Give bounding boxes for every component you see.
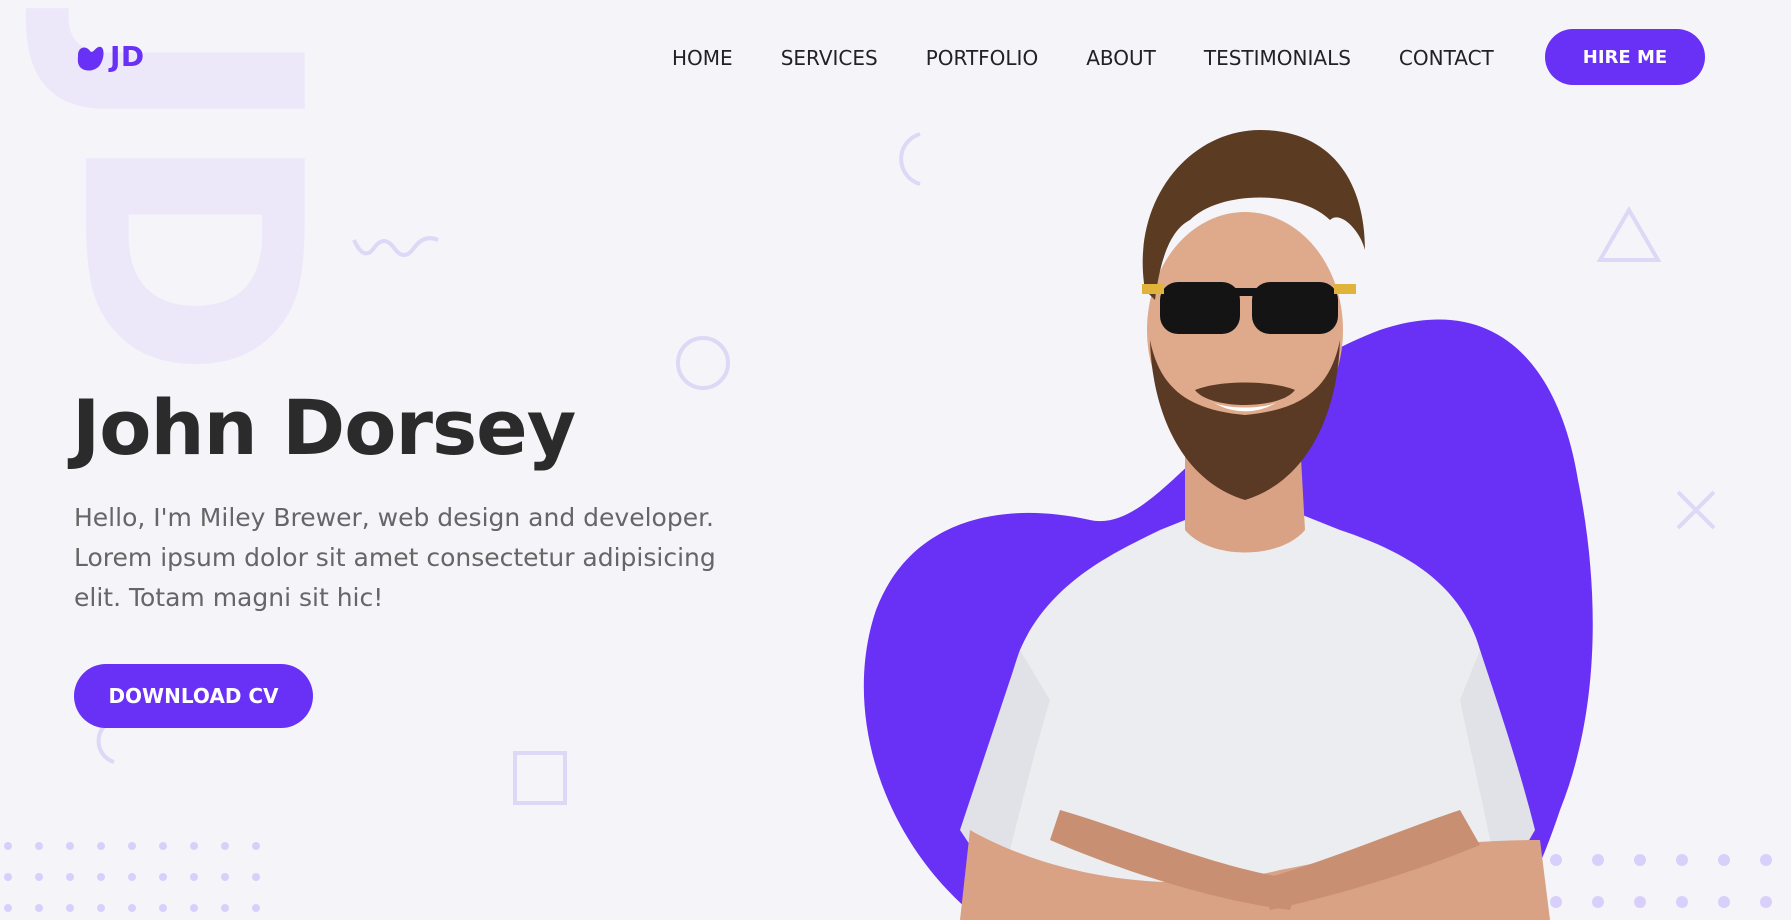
blob-logo-icon	[77, 46, 104, 71]
decoration-dot	[1760, 854, 1772, 866]
decoration-dot	[4, 873, 12, 881]
decoration-dot	[252, 873, 260, 881]
hero-portrait	[863, 130, 1593, 920]
decoration-dot	[4, 904, 12, 912]
cross-decoration-icon	[1676, 490, 1716, 530]
decoration-dot	[97, 842, 105, 850]
decoration-dot	[97, 873, 105, 881]
watermark-text: JD	[15, 25, 364, 374]
wave-decoration-icon	[352, 236, 439, 257]
decoration-dot	[35, 842, 43, 850]
nav-item-testimonials[interactable]: TESTIMONIALS	[1204, 44, 1351, 72]
decoration-dot	[190, 842, 198, 850]
decoration-dot	[97, 904, 105, 912]
decoration-dot	[190, 904, 198, 912]
decoration-dot	[128, 842, 136, 850]
decoration-dot	[159, 904, 167, 912]
decoration-dot	[1760, 896, 1772, 908]
decoration-dot	[1676, 896, 1688, 908]
main-nav: HOME SERVICES PORTFOLIO ABOUT TESTIMONIA…	[672, 44, 1494, 72]
hire-me-button[interactable]: HIRE ME	[1545, 29, 1705, 85]
decoration-dot	[221, 873, 229, 881]
decoration-dot	[4, 842, 12, 850]
decoration-dot	[66, 873, 74, 881]
decoration-dot	[221, 842, 229, 850]
nav-item-services[interactable]: SERVICES	[781, 44, 878, 72]
download-cv-button[interactable]: DOWNLOAD CV	[74, 664, 313, 728]
nav-item-about[interactable]: ABOUT	[1086, 44, 1156, 72]
decoration-dot	[35, 873, 43, 881]
decoration-dot	[1718, 896, 1730, 908]
logo[interactable]: JD	[74, 40, 145, 73]
decoration-dot	[1718, 854, 1730, 866]
nav-item-home[interactable]: HOME	[672, 44, 733, 72]
nav-item-contact[interactable]: CONTACT	[1399, 44, 1494, 72]
decoration-dot	[35, 904, 43, 912]
decoration-dot	[66, 904, 74, 912]
square-decoration-icon	[513, 751, 567, 805]
decoration-dot	[159, 873, 167, 881]
decoration-dot	[1676, 854, 1688, 866]
circle-decoration-icon	[676, 336, 730, 390]
dot-grid-decoration-icon	[4, 842, 260, 912]
decoration-dot	[190, 873, 198, 881]
decoration-dot	[66, 842, 74, 850]
logo-text: JD	[110, 40, 145, 73]
hero-title: John Dorsey	[72, 383, 576, 472]
nav-item-portfolio[interactable]: PORTFOLIO	[926, 44, 1039, 72]
decoration-dot	[221, 904, 229, 912]
decoration-dot	[252, 842, 260, 850]
decoration-dot	[252, 904, 260, 912]
decoration-dot	[128, 904, 136, 912]
decoration-dot	[128, 873, 136, 881]
decoration-dot	[159, 842, 167, 850]
hero-description: Hello, I'm Miley Brewer, web design and …	[74, 503, 716, 612]
